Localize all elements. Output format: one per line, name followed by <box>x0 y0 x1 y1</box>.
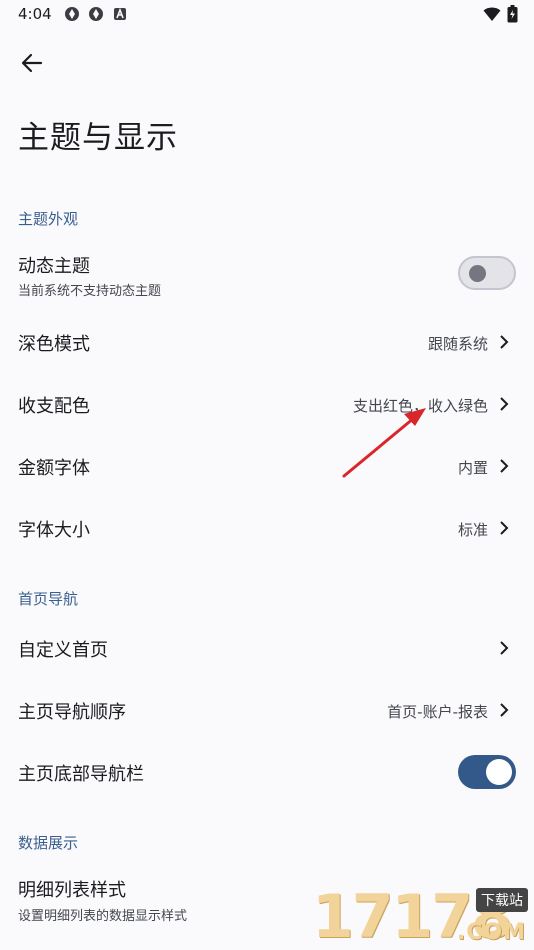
row-custom-home[interactable]: 自定义首页 <box>0 622 534 676</box>
arrow-left-icon <box>21 53 43 73</box>
section-header-appearance: 主题外观 <box>18 210 79 228</box>
status-time: 4:04 <box>18 5 52 23</box>
chevron-right-icon <box>500 397 509 411</box>
row-value: 支出红色，收入绿色 <box>352 397 488 415</box>
row-title: 明细列表样式 <box>18 880 126 901</box>
aperture-icon <box>88 7 103 21</box>
row-value: 标准 <box>457 521 488 539</box>
dynamic-theme-switch[interactable] <box>458 256 516 290</box>
chevron-right-icon <box>500 703 509 717</box>
page-title: 主题与显示 <box>18 120 178 156</box>
row-value: 跟随系统 <box>427 335 488 353</box>
chevron-right-icon <box>500 335 509 349</box>
row-title: 动态主题 <box>18 256 90 277</box>
switch-knob <box>486 759 512 785</box>
watermark-logo: 17178 下载站 .COM <box>312 884 534 950</box>
bottom-nav-switch[interactable] <box>458 755 516 789</box>
watermark-domain: .COM <box>456 920 526 945</box>
row-title: 深色模式 <box>18 334 90 355</box>
row-title: 主页导航顺序 <box>18 702 126 723</box>
row-nav-order[interactable]: 主页导航顺序 首页-账户-报表 <box>0 684 534 738</box>
row-subtitle: 设置明细列表的数据显示样式 <box>18 909 188 924</box>
row-title: 金额字体 <box>18 458 90 479</box>
battery-charging-icon <box>507 5 518 23</box>
section-header-home-nav: 首页导航 <box>18 590 79 608</box>
row-font-size[interactable]: 字体大小 标准 <box>0 502 534 556</box>
switch-knob <box>469 265 486 282</box>
wifi-icon <box>483 7 501 21</box>
row-income-color[interactable]: 收支配色 支出红色，收入绿色 <box>0 378 534 432</box>
section-header-data-display: 数据展示 <box>18 834 79 852</box>
row-amount-font[interactable]: 金额字体 内置 <box>0 440 534 494</box>
row-dark-mode[interactable]: 深色模式 跟随系统 <box>0 316 534 370</box>
status-bar: 4:04 <box>0 0 534 28</box>
row-bottom-nav[interactable]: 主页底部导航栏 <box>0 746 534 800</box>
chevron-right-icon <box>500 641 509 655</box>
row-title: 字体大小 <box>18 520 90 541</box>
row-value: 首页-账户-报表 <box>387 703 488 721</box>
aperture-icon <box>64 7 79 21</box>
watermark-tag: 下载站 <box>476 888 528 912</box>
row-subtitle: 当前系统不支持动态主题 <box>18 284 162 299</box>
chevron-right-icon <box>500 521 509 535</box>
status-right-icons <box>483 5 518 23</box>
back-button[interactable] <box>14 48 50 78</box>
a-badge-icon <box>113 7 126 20</box>
row-title: 自定义首页 <box>18 640 108 661</box>
row-value: 内置 <box>457 459 488 477</box>
chevron-right-icon <box>500 459 509 473</box>
row-title: 主页底部导航栏 <box>18 764 144 785</box>
row-dynamic-theme[interactable]: 动态主题 当前系统不支持动态主题 <box>0 244 534 308</box>
row-title: 收支配色 <box>18 396 90 417</box>
